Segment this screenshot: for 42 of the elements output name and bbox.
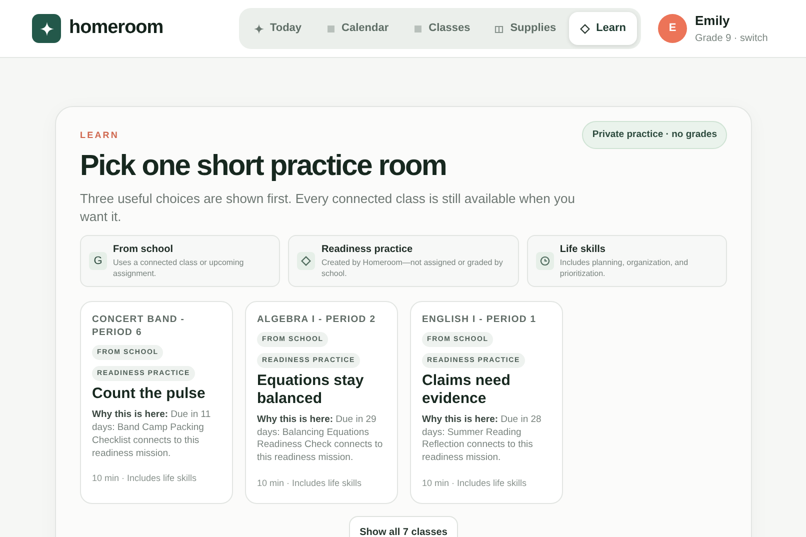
class-name: ENGLISH I - PERIOD 1 <box>422 312 538 326</box>
legend-description: Includes planning, organization, and prioritization. <box>560 257 690 280</box>
sparkle-icon <box>254 24 264 34</box>
reason-text: Why this is here: Due in 11 days: Band Camp Packing Checklist connects to this readiness mission. <box>92 409 212 460</box>
app-name: homeroom <box>69 16 164 40</box>
practice-room-card[interactable] <box>245 300 398 504</box>
nav-tab[interactable]: Learn <box>569 12 638 45</box>
room-title: Claims need evidence <box>422 372 512 408</box>
user-avatar[interactable]: E <box>658 14 687 43</box>
reason-text: Why this is here: Due in 29 days: Balancing Equations Readiness Check connects to this readiness mission. <box>257 414 384 466</box>
legend-description: Created by Homeroom—not assigned or graded by school. <box>321 257 504 280</box>
privacy-badge: Private practice · no grades <box>582 121 727 150</box>
legend-title: Life skills <box>560 243 606 258</box>
room-title: Equations stay balanced <box>257 372 365 408</box>
legend-title: From school <box>113 243 174 258</box>
nav-tab[interactable]: Calendar <box>314 12 400 45</box>
room-meta: 10 min · Includes life skills <box>92 472 198 486</box>
clock-icon <box>540 256 550 266</box>
columns-icon <box>494 24 504 34</box>
legend-description: Uses a connected class or upcoming assignment. <box>113 257 245 280</box>
page-subtitle: Three useful choices are shown first. Every connected class is still available when you want it. <box>80 190 576 226</box>
user-grade-text: Grade 9 · switch <box>695 32 768 46</box>
app-logo-icon <box>32 14 61 43</box>
legend-title: Readiness practice <box>321 243 414 258</box>
diamond-icon <box>580 24 590 34</box>
class-name: ALGEBRA I - PERIOD 2 <box>257 312 377 326</box>
letter-icon: G <box>89 252 107 270</box>
room-meta: 10 min · Includes life skills <box>257 477 363 490</box>
nav-tab[interactable]: Today <box>242 12 313 45</box>
square-icon <box>412 24 423 34</box>
nav-tab[interactable]: Classes <box>402 12 482 45</box>
page-title: Pick one short practice room <box>80 149 448 184</box>
class-name: CONCERT BAND - PERIOD 6 <box>92 312 186 340</box>
show-all-button[interactable]: Show all 7 classes <box>348 516 458 537</box>
room-title: Count the pulse <box>92 385 206 404</box>
reason-text: Why this is here: Due in 28 days: Summer Reading Reflection connects to this readiness mission. <box>422 414 542 466</box>
nav-tab[interactable]: Supplies <box>483 12 568 45</box>
section-eyebrow: LEARN <box>80 129 119 142</box>
user-name: Emily <box>695 12 731 30</box>
diamond-icon <box>301 256 312 266</box>
square-icon <box>326 24 336 34</box>
room-meta: 10 min · Includes life skills <box>422 477 528 490</box>
